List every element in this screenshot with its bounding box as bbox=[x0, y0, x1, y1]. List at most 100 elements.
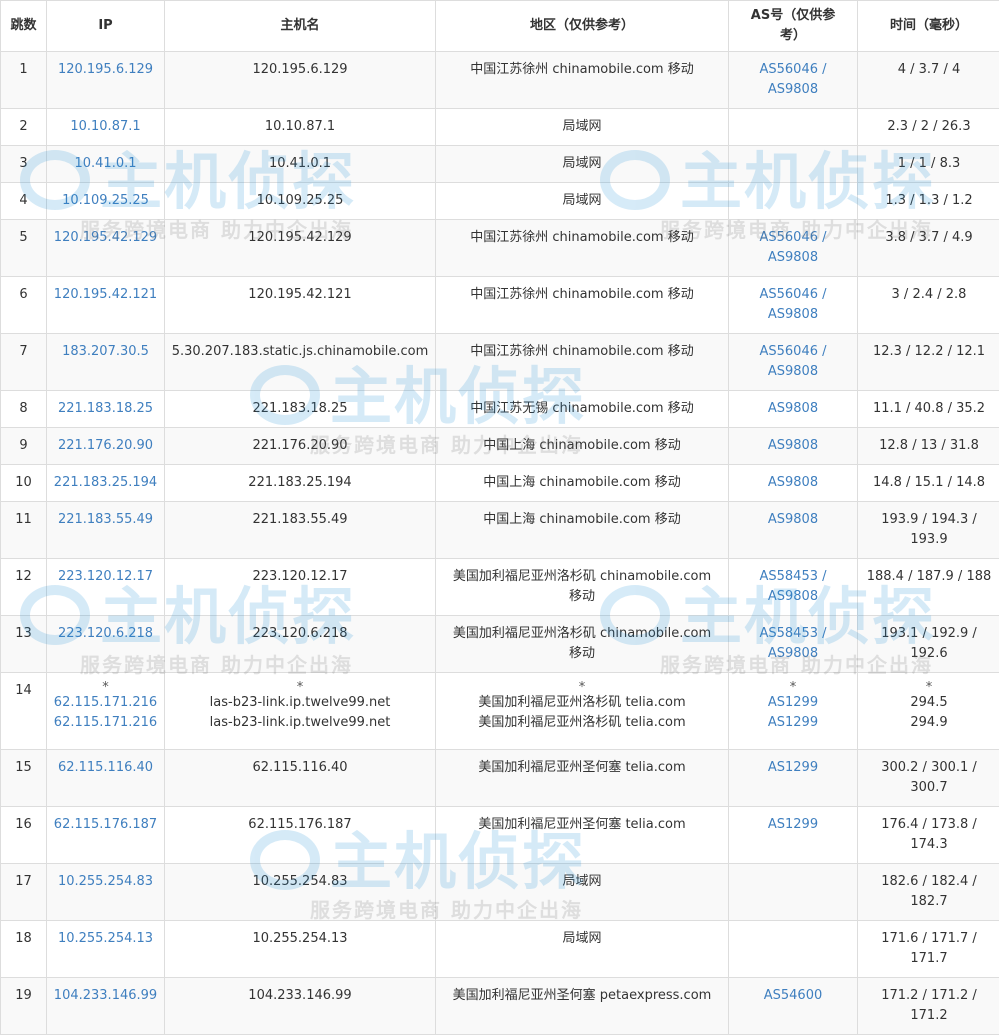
as-cell-text[interactable]: AS9808 bbox=[731, 80, 855, 100]
as-cell bbox=[729, 146, 858, 183]
hostname-cell: 223.120.12.17 bbox=[165, 559, 436, 616]
ip-cell-text[interactable]: 221.176.20.90 bbox=[49, 436, 162, 456]
region-cell: 中国上海 chinamobile.com 移动 bbox=[436, 465, 729, 502]
ip-cell-text[interactable]: 10.10.87.1 bbox=[49, 117, 162, 137]
hop-number: 18 bbox=[15, 931, 32, 946]
as-cell-text[interactable]: AS56046 / bbox=[731, 285, 855, 305]
ip-cell-text[interactable]: 10.41.0.1 bbox=[49, 154, 162, 174]
region-cell-text: 中国上海 chinamobile.com 移动 bbox=[438, 510, 726, 530]
hop-cell: 15 bbox=[1, 750, 47, 807]
region-cell: 中国江苏徐州 chinamobile.com 移动 bbox=[436, 277, 729, 334]
as-cell-text[interactable]: AS54600 bbox=[731, 986, 855, 1006]
ip-cell-text[interactable]: 183.207.30.5 bbox=[49, 342, 162, 362]
region-cell-text: 中国江苏徐州 chinamobile.com 移动 bbox=[438, 342, 726, 362]
as-cell-text[interactable]: AS9808 bbox=[731, 587, 855, 607]
hostname-cell-text: 221.183.25.194 bbox=[167, 473, 433, 493]
as-cell-text[interactable]: AS9808 bbox=[731, 644, 855, 664]
hostname-cell-text: 223.120.6.218 bbox=[167, 624, 433, 644]
hop-number: 11 bbox=[15, 512, 32, 527]
hostname-cell: 62.115.116.40 bbox=[165, 750, 436, 807]
hop-number: 5 bbox=[19, 230, 27, 245]
header-region: 地区（仅供参考） bbox=[436, 1, 729, 52]
ip-cell-text[interactable]: 62.115.116.40 bbox=[49, 758, 162, 778]
as-cell-text[interactable]: AS56046 / bbox=[731, 342, 855, 362]
as-cell-text[interactable]: AS1299 bbox=[731, 713, 855, 733]
as-cell-text[interactable]: AS1299 bbox=[731, 758, 855, 778]
hostname-cell-text: 221.183.18.25 bbox=[167, 399, 433, 419]
hop-number: 1 bbox=[19, 62, 27, 77]
as-cell: AS58453 /AS9808 bbox=[729, 559, 858, 616]
as-cell-text[interactable]: AS9808 bbox=[731, 436, 855, 456]
hostname-cell-text: 223.120.12.17 bbox=[167, 567, 433, 587]
region-cell-text: 美国加利福尼亚州圣何塞 telia.com bbox=[438, 815, 726, 835]
hop-number: 3 bbox=[19, 156, 27, 171]
as-cell-text[interactable]: AS1299 bbox=[731, 815, 855, 835]
ip-cell-text[interactable]: 223.120.6.218 bbox=[49, 624, 162, 644]
as-cell-text[interactable]: AS56046 / bbox=[731, 228, 855, 248]
time-cell-text: 294.5 bbox=[860, 693, 998, 713]
ip-cell-text[interactable]: 221.183.55.49 bbox=[49, 510, 162, 530]
as-cell-text[interactable]: AS9808 bbox=[731, 399, 855, 419]
hop-cell: 9 bbox=[1, 428, 47, 465]
ip-cell-text[interactable]: 10.255.254.13 bbox=[49, 929, 162, 949]
as-cell: AS1299 bbox=[729, 750, 858, 807]
as-cell-text[interactable]: AS56046 / bbox=[731, 60, 855, 80]
time-cell: 193.9 / 194.3 /193.9 bbox=[858, 502, 999, 559]
time-cell: 171.2 / 171.2 /171.2 bbox=[858, 978, 999, 1035]
hop-number: 9 bbox=[19, 438, 27, 453]
region-cell-text: 美国加利福尼亚州洛杉矶 telia.com bbox=[438, 693, 726, 713]
time-cell-text: 193.9 / 194.3 / bbox=[860, 510, 998, 530]
hostname-cell: 120.195.42.129 bbox=[165, 220, 436, 277]
hostname-cell-text: 221.183.55.49 bbox=[167, 510, 433, 530]
ip-cell: 120.195.42.121 bbox=[47, 277, 165, 334]
as-cell-text[interactable]: AS58453 / bbox=[731, 567, 855, 587]
hop-number: 19 bbox=[15, 988, 32, 1003]
table-row: 5120.195.42.129120.195.42.129中国江苏徐州 chin… bbox=[1, 220, 999, 277]
as-cell-text[interactable]: AS9808 bbox=[731, 305, 855, 325]
time-cell-text: 193.1 / 192.9 / bbox=[860, 624, 998, 644]
ip-cell-text[interactable]: 221.183.18.25 bbox=[49, 399, 162, 419]
time-cell-text: 2.3 / 2 / 26.3 bbox=[860, 117, 998, 137]
ip-cell: 223.120.12.17 bbox=[47, 559, 165, 616]
table-row: 19104.233.146.99104.233.146.99美国加利福尼亚州圣何… bbox=[1, 978, 999, 1035]
time-cell-text: 3 / 2.4 / 2.8 bbox=[860, 285, 998, 305]
timeout-star: * bbox=[438, 681, 726, 693]
region-cell-text: 中国江苏徐州 chinamobile.com 移动 bbox=[438, 60, 726, 80]
ip-cell-text[interactable]: 120.195.6.129 bbox=[49, 60, 162, 80]
ip-cell: *62.115.171.21662.115.171.216 bbox=[47, 673, 165, 750]
ip-cell-text[interactable]: 62.115.171.216 bbox=[49, 693, 162, 713]
ip-cell-text[interactable]: 223.120.12.17 bbox=[49, 567, 162, 587]
time-cell-text: 294.9 bbox=[860, 713, 998, 733]
ip-cell-text[interactable]: 62.115.171.216 bbox=[49, 713, 162, 733]
ip-cell-text[interactable]: 221.183.25.194 bbox=[49, 473, 162, 493]
region-cell-text: 美国加利福尼亚州圣何塞 telia.com bbox=[438, 758, 726, 778]
as-cell: AS56046 /AS9808 bbox=[729, 277, 858, 334]
region-cell-text: 美国加利福尼亚州洛杉矶 chinamobile.com bbox=[438, 567, 726, 587]
ip-cell-text[interactable]: 120.195.42.121 bbox=[49, 285, 162, 305]
region-cell: 美国加利福尼亚州圣何塞 petaexpress.com bbox=[436, 978, 729, 1035]
as-cell-text[interactable]: AS9808 bbox=[731, 362, 855, 382]
region-cell-text: 中国上海 chinamobile.com 移动 bbox=[438, 473, 726, 493]
ip-cell-text[interactable]: 62.115.176.187 bbox=[49, 815, 162, 835]
as-cell-text[interactable]: AS1299 bbox=[731, 693, 855, 713]
time-cell: 300.2 / 300.1 /300.7 bbox=[858, 750, 999, 807]
table-body: 1120.195.6.129120.195.6.129中国江苏徐州 chinam… bbox=[1, 52, 999, 1035]
hop-number: 6 bbox=[19, 287, 27, 302]
ip-cell: 10.109.25.25 bbox=[47, 183, 165, 220]
as-cell-text[interactable]: AS9808 bbox=[731, 510, 855, 530]
as-cell-text[interactable]: AS58453 / bbox=[731, 624, 855, 644]
ip-cell-text[interactable]: 10.255.254.83 bbox=[49, 872, 162, 892]
hop-cell: 4 bbox=[1, 183, 47, 220]
hop-number: 17 bbox=[15, 874, 32, 889]
region-cell: *美国加利福尼亚州洛杉矶 telia.com美国加利福尼亚州洛杉矶 telia.… bbox=[436, 673, 729, 750]
hop-cell: 1 bbox=[1, 52, 47, 109]
ip-cell-text[interactable]: 10.109.25.25 bbox=[49, 191, 162, 211]
hostname-cell-text: 10.109.25.25 bbox=[167, 191, 433, 211]
as-cell-text[interactable]: AS9808 bbox=[731, 248, 855, 268]
as-cell-text[interactable]: AS9808 bbox=[731, 473, 855, 493]
ip-cell-text[interactable]: 120.195.42.129 bbox=[49, 228, 162, 248]
time-cell-text: 182.7 bbox=[860, 892, 998, 912]
region-cell-text: 移动 bbox=[438, 644, 726, 664]
ip-cell-text[interactable]: 104.233.146.99 bbox=[49, 986, 162, 1006]
region-cell: 局域网 bbox=[436, 183, 729, 220]
